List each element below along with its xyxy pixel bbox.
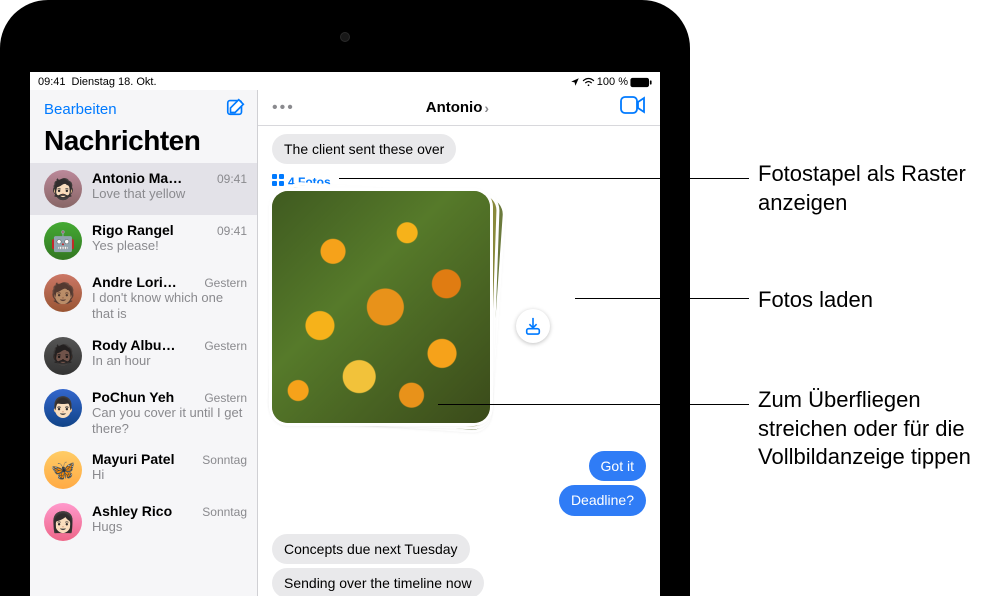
chat-pane: ••• Antonio › The client sent these over	[258, 90, 660, 596]
list-item[interactable]: 🧑🏽 Andre Lori… Gestern I don't know whic…	[30, 267, 257, 330]
status-date: Dienstag 18. Okt.	[72, 76, 157, 88]
list-item[interactable]: 🦋 Mayuri Patel Sonntag Hi	[30, 444, 257, 496]
convo-name: PoChun Yeh	[92, 389, 174, 405]
grid-icon	[272, 174, 284, 189]
screen: 09:41 Dienstag 18. Okt. 100 % Bearbeite	[30, 72, 660, 596]
avatar: 👨🏻	[44, 389, 82, 427]
avatar: 🧔🏻	[44, 170, 82, 208]
chevron-right-icon: ›	[484, 100, 489, 116]
avatar: 👩🏻	[44, 503, 82, 541]
convo-preview: I don't know which one that is	[92, 290, 247, 323]
message-in[interactable]: The client sent these over	[272, 134, 456, 164]
download-photos-button[interactable]	[516, 309, 550, 343]
convo-time: Gestern	[204, 276, 247, 290]
convo-name: Mayuri Patel	[92, 451, 174, 467]
chat-header: ••• Antonio ›	[258, 90, 660, 126]
list-item[interactable]: 👨🏻 PoChun Yeh Gestern Can you cover it u…	[30, 382, 257, 445]
list-item[interactable]: 👩🏻 Ashley Rico Sonntag Hugs	[30, 496, 257, 548]
callout-label: Fotostapel als Raster anzeigen	[758, 160, 988, 217]
sidebar-toggle-icon[interactable]: •••	[272, 99, 295, 117]
photo-stack[interactable]	[272, 191, 502, 433]
chat-title-label: Antonio	[426, 99, 483, 116]
ipad-frame: 09:41 Dienstag 18. Okt. 100 % Bearbeite	[0, 0, 690, 596]
chat-title-button[interactable]: Antonio ›	[426, 99, 489, 116]
conversation-list[interactable]: 🧔🏻 Antonio Ma… 09:41 Love that yellow 🤖	[30, 163, 257, 596]
battery-pct: 100 %	[597, 76, 628, 88]
convo-name: Ashley Rico	[92, 503, 172, 519]
callout-label: Fotos laden	[758, 286, 873, 315]
device-camera	[340, 32, 350, 42]
convo-time: Gestern	[204, 339, 247, 353]
convo-time: 09:41	[217, 224, 247, 238]
status-time: 09:41	[38, 76, 66, 88]
list-item[interactable]: 🤖 Rigo Rangel 09:41 Yes please!	[30, 215, 257, 267]
convo-name: Rigo Rangel	[92, 222, 174, 238]
convo-preview: Love that yellow	[92, 186, 247, 202]
download-icon	[525, 317, 541, 335]
convo-preview: Hi	[92, 467, 247, 483]
avatar: 🤖	[44, 222, 82, 260]
convo-time: Gestern	[204, 391, 247, 405]
avatar: 🧔🏿	[44, 337, 82, 375]
location-icon	[570, 77, 580, 87]
convo-time: Sonntag	[202, 453, 247, 467]
convo-time: 09:41	[217, 172, 247, 186]
message-out[interactable]: Deadline?	[559, 485, 646, 515]
compose-icon[interactable]	[225, 96, 247, 123]
edit-button[interactable]: Bearbeiten	[44, 101, 117, 118]
convo-preview: Can you cover it until I get there?	[92, 405, 247, 438]
convo-name: Rody Albu…	[92, 337, 175, 353]
photo-card[interactable]	[272, 191, 490, 423]
convo-preview: In an hour	[92, 353, 247, 369]
messages-area[interactable]: The client sent these over 4 Fotos	[258, 126, 660, 596]
message-in[interactable]: Concepts due next Tuesday	[272, 534, 470, 564]
message-out[interactable]: Got it	[589, 451, 646, 481]
list-item[interactable]: 🧔🏿 Rody Albu… Gestern In an hour	[30, 330, 257, 382]
message-in[interactable]: Sending over the timeline now	[272, 568, 484, 596]
battery-icon	[630, 77, 652, 88]
callout-label: Zum Überfliegen streichen oder für die V…	[758, 386, 998, 472]
convo-preview: Hugs	[92, 519, 247, 535]
convo-name: Antonio Ma…	[92, 170, 182, 186]
convo-name: Andre Lori…	[92, 274, 177, 290]
conversation-sidebar: Bearbeiten Nachrichten 🧔🏻 Antonio Ma… 09…	[30, 90, 258, 596]
wifi-icon	[582, 77, 595, 87]
status-bar: 09:41 Dienstag 18. Okt. 100 %	[30, 72, 660, 90]
convo-time: Sonntag	[202, 505, 247, 519]
avatar: 🧑🏽	[44, 274, 82, 312]
avatar: 🦋	[44, 451, 82, 489]
convo-preview: Yes please!	[92, 238, 247, 254]
facetime-icon[interactable]	[620, 96, 646, 119]
list-item[interactable]: 🧔🏻 Antonio Ma… 09:41 Love that yellow	[30, 163, 257, 215]
sidebar-title: Nachrichten	[30, 125, 257, 163]
